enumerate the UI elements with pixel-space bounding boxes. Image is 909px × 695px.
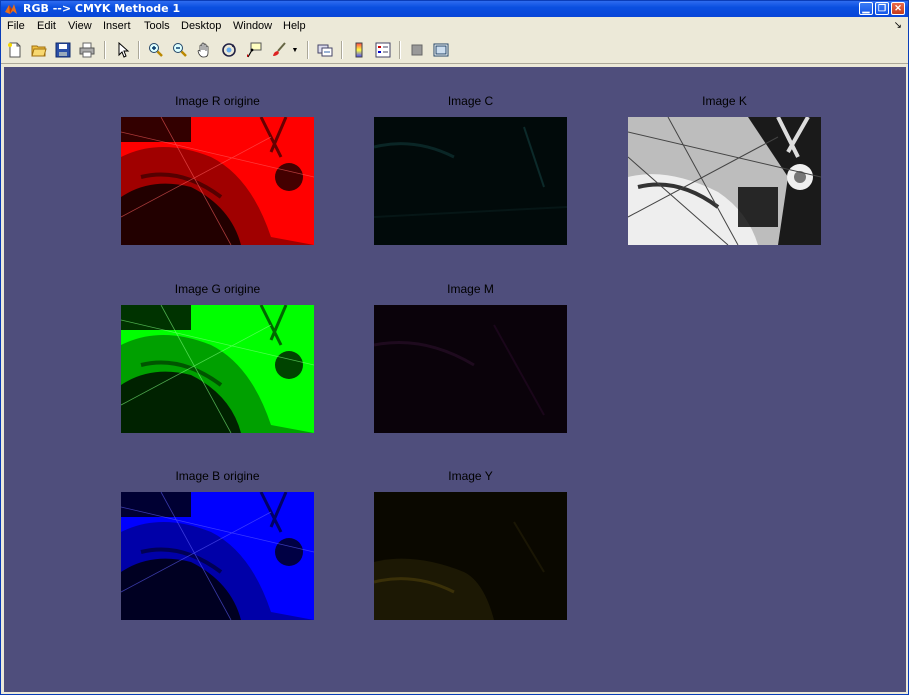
menu-insert[interactable]: Insert	[103, 20, 131, 32]
maximize-button[interactable]: ❐	[875, 2, 889, 15]
pan-icon	[197, 42, 209, 58]
menu-desktop[interactable]: Desktop	[181, 20, 221, 32]
image-b-origine[interactable]	[121, 492, 314, 620]
open-file-icon	[31, 45, 47, 57]
show-plot-tools-button[interactable]	[431, 40, 451, 60]
menu-help[interactable]: Help	[283, 20, 306, 32]
zoom-out-button[interactable]	[170, 40, 190, 60]
toolbar-separator	[341, 41, 343, 59]
data-cursor-button[interactable]	[244, 40, 264, 60]
close-icon: ✕	[894, 3, 902, 13]
rotate-3d-icon	[222, 43, 236, 57]
legend-icon	[375, 42, 391, 58]
zoom-in-button[interactable]	[146, 40, 166, 60]
open-file-button[interactable]	[29, 40, 49, 60]
menu-tools[interactable]: Tools	[144, 20, 170, 32]
axes-title-k: Image K	[702, 94, 747, 108]
toolbar-separator	[399, 41, 401, 59]
figure-toolbar: ▼	[1, 36, 908, 64]
matlab-icon	[5, 4, 17, 14]
axes-title-c: Image C	[447, 94, 494, 108]
maximize-icon: ❐	[877, 3, 887, 13]
menu-view[interactable]: View	[68, 20, 92, 32]
figure-canvas: Image R origine Image G origine Image B …	[4, 67, 906, 692]
image-k[interactable]	[628, 117, 821, 245]
edit-plot-icon	[118, 42, 130, 58]
zoom-in-icon	[149, 43, 163, 57]
brush-icon	[273, 42, 286, 56]
minimize-button[interactable]: ▁	[859, 2, 873, 15]
toolbar-separator	[138, 41, 140, 59]
pan-button[interactable]	[194, 40, 214, 60]
axes-title-y: Image Y	[448, 469, 493, 483]
title-bar[interactable]: RGB --> CMYK Methode 1 ▁ ❐ ✕	[1, 1, 908, 17]
edit-plot-button[interactable]	[113, 40, 133, 60]
menu-file[interactable]: File	[7, 20, 25, 32]
save-icon	[55, 42, 71, 58]
image-r-origine[interactable]	[121, 117, 314, 245]
link-plot-button[interactable]	[315, 40, 335, 60]
toolbar-separator	[307, 41, 309, 59]
data-cursor-icon	[247, 42, 262, 58]
image-y[interactable]	[374, 492, 567, 620]
brush-dropdown-button[interactable]: ▼	[289, 40, 301, 60]
legend-button[interactable]	[373, 40, 393, 60]
brush-dropdown-icon: ▼	[291, 46, 299, 54]
menu-bar: File Edit View Insert Tools Desktop Wind…	[1, 17, 908, 36]
window-title: RGB --> CMYK Methode 1	[23, 2, 181, 15]
menu-window[interactable]: Window	[233, 20, 272, 32]
print-icon	[79, 42, 95, 58]
colorbar-button[interactable]	[349, 40, 369, 60]
image-c[interactable]	[374, 117, 567, 245]
hide-plot-tools-icon	[411, 44, 423, 56]
image-g-origine[interactable]	[121, 305, 314, 433]
image-m[interactable]	[374, 305, 567, 433]
minimize-icon: ▁	[862, 3, 870, 13]
new-figure-icon	[8, 42, 21, 58]
hide-plot-tools-button[interactable]	[407, 40, 427, 60]
show-plot-tools-icon	[433, 43, 449, 57]
figure-window: RGB --> CMYK Methode 1 ▁ ❐ ✕ File Edit V…	[0, 0, 909, 695]
axes-title-g: Image G origine	[174, 282, 261, 296]
colorbar-icon	[355, 42, 363, 58]
zoom-out-icon	[173, 43, 187, 57]
brush-button[interactable]	[269, 40, 289, 60]
dock-arrow-icon[interactable]: ↘	[894, 20, 902, 31]
print-button[interactable]	[77, 40, 97, 60]
rotate-3d-button[interactable]	[219, 40, 239, 60]
save-button[interactable]	[53, 40, 73, 60]
axes-title-m: Image M	[447, 282, 494, 296]
link-plot-icon	[317, 44, 333, 57]
new-figure-button[interactable]	[5, 40, 25, 60]
axes-title-b: Image B origine	[175, 469, 260, 483]
menu-edit[interactable]: Edit	[37, 20, 56, 32]
close-button[interactable]: ✕	[891, 2, 905, 15]
axes-title-r: Image R origine	[175, 94, 260, 108]
toolbar-separator	[104, 41, 106, 59]
